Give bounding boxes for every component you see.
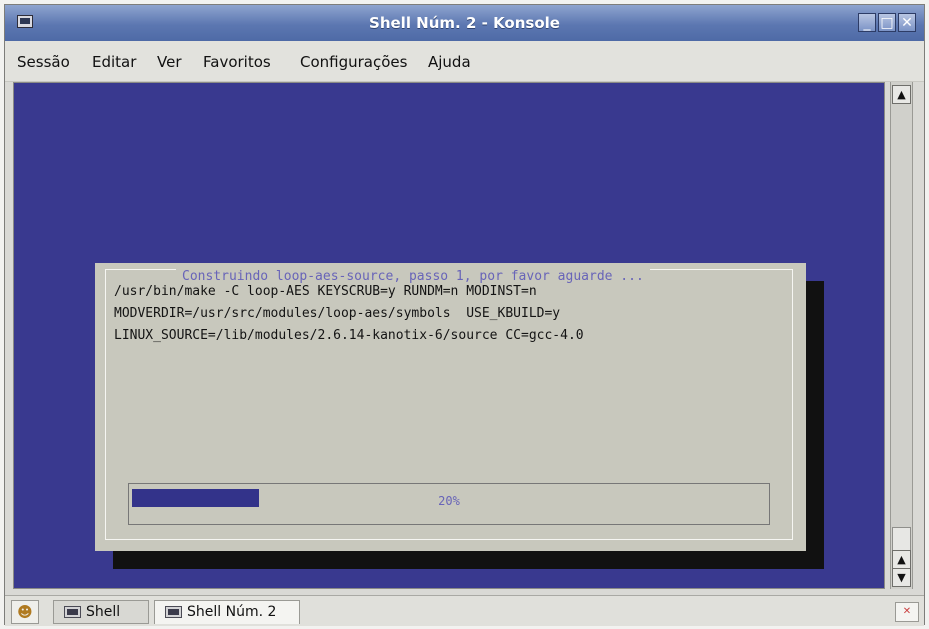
dialog-line: LINUX_SOURCE=/lib/modules/2.6.14-kanotix… — [114, 328, 584, 343]
scroll-up-icon[interactable]: ▲ — [892, 550, 911, 569]
scroll-up-icon[interactable]: ▲ — [892, 85, 911, 104]
dialog-title: Construindo loop-aes-source, passo 1, po… — [176, 269, 650, 284]
tab-label: Shell Núm. 2 — [187, 604, 277, 620]
progress-label: 20% — [438, 494, 460, 508]
minimize-button[interactable]: _ — [858, 13, 876, 32]
menu-bookmarks[interactable]: Favoritos — [203, 53, 271, 71]
konsole-window: Shell Núm. 2 - Konsole _ □ ✕ Sessão Edit… — [4, 4, 925, 626]
close-button[interactable]: ✕ — [898, 13, 916, 32]
menu-help[interactable]: Ajuda — [428, 53, 471, 71]
close-tab-icon[interactable]: ✕ — [895, 602, 919, 622]
tab-shell[interactable]: Shell — [53, 600, 149, 624]
menu-view[interactable]: Ver — [157, 53, 182, 71]
tab-shell-num-2[interactable]: Shell Núm. 2 — [154, 600, 300, 624]
terminal-icon — [64, 606, 81, 618]
progress-bar: 20% — [128, 483, 770, 525]
session-tab-bar: ☻ Shell Shell Núm. 2 ✕ — [5, 595, 924, 626]
title-bar[interactable]: Shell Núm. 2 - Konsole _ □ ✕ — [5, 5, 924, 41]
tab-label: Shell — [86, 604, 121, 620]
menu-bar: Sessão Editar Ver Favoritos Configuraçõe… — [5, 41, 924, 82]
terminal-icon — [165, 606, 182, 618]
terminal-area[interactable]: Construindo loop-aes-source, passo 1, po… — [13, 82, 885, 589]
new-tab-icon[interactable]: ☻ — [11, 600, 39, 624]
vertical-scrollbar[interactable]: ▲ ▲ ▼ — [890, 82, 913, 589]
build-progress-dialog: Construindo loop-aes-source, passo 1, po… — [95, 263, 806, 551]
menu-edit[interactable]: Editar — [92, 53, 136, 71]
dialog-line: /usr/bin/make -C loop-AES KEYSCRUB=y RUN… — [114, 284, 537, 299]
maximize-button[interactable]: □ — [878, 13, 896, 32]
scroll-down-icon[interactable]: ▼ — [892, 568, 911, 587]
menu-session[interactable]: Sessão — [17, 53, 70, 71]
window-title: Shell Núm. 2 - Konsole — [369, 14, 560, 32]
dialog-line: MODVERDIR=/usr/src/modules/loop-aes/symb… — [114, 306, 561, 321]
menu-settings[interactable]: Configurações — [300, 53, 407, 71]
